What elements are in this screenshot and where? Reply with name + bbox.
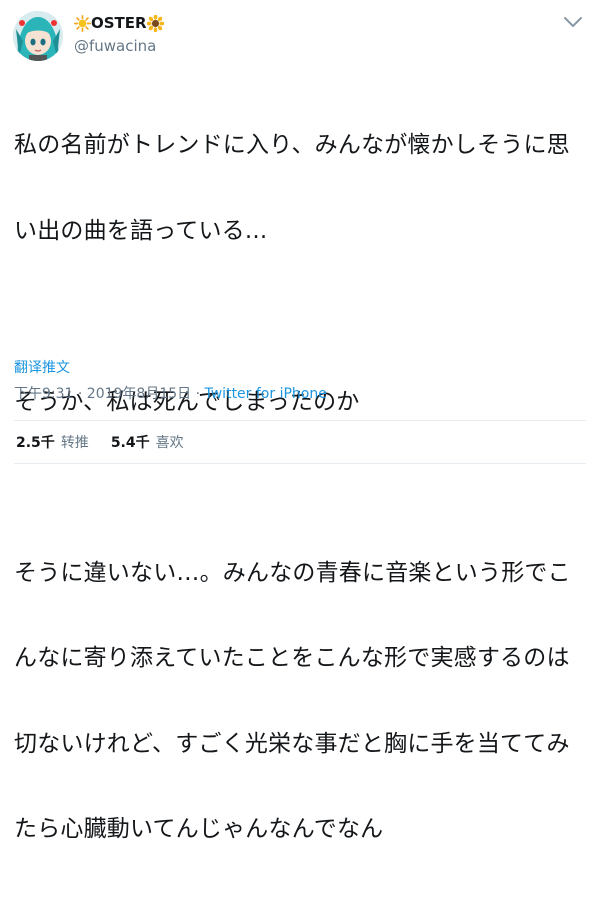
display-name-row[interactable]: OSTER — [74, 13, 164, 33]
tweet-source-link[interactable]: Twitter for iPhone — [205, 386, 327, 402]
tweet-text-line: 私の名前がトレンドに入り、みんなが懐かしそうに思 — [14, 132, 570, 158]
tweet-text-line: んなに寄り添えていたことをこんな形で実感するのは — [14, 645, 570, 671]
tweet-meta: 下午9:31 · 2019年8月15日 · Twitter for iPhone — [14, 384, 327, 404]
tweet-text-line: い出の曲を語っている... — [14, 217, 268, 244]
anime-avatar-icon — [13, 11, 63, 61]
tweet-stats: 2.5千 转推 5.4千 喜欢 — [16, 433, 206, 453]
divider — [14, 420, 586, 421]
retweet-count[interactable]: 2.5千 — [16, 433, 55, 453]
chevron-down-icon[interactable] — [562, 15, 584, 29]
sunflower-icon — [146, 14, 164, 32]
user-handle[interactable]: @fuwacina — [74, 36, 156, 56]
tweet-text: 私の名前がトレンドに入り、みんなが懐かしそうに思 い出の曲を語っている... ​… — [14, 74, 586, 901]
tweet-text-line: たら心臓動いてんじゃんなんでなん — [14, 816, 384, 842]
translate-tweet-link[interactable]: 翻译推文 — [14, 358, 70, 378]
tweet-text-line: そうに違いない…。みんなの青春に音楽という形でこ — [14, 559, 571, 586]
divider — [14, 463, 586, 464]
avatar[interactable] — [13, 11, 63, 61]
tweet-text-line: ​ — [14, 302, 586, 331]
display-name: OSTER — [91, 14, 147, 32]
tweet-timestamp[interactable]: 下午9:31 · 2019年8月15日 · — [14, 386, 205, 402]
like-count[interactable]: 5.4千 — [111, 433, 150, 453]
tweet-text-line: 切ないけれど、すごく光栄な事だと胸に手を当ててみ — [14, 730, 570, 757]
tweet-text-line: ​ — [14, 473, 586, 502]
retweet-label[interactable]: 转推 — [61, 433, 89, 453]
like-label[interactable]: 喜欢 — [156, 433, 184, 453]
tweet-card: OSTER @fuwacina 私の名前がトレンドに入り、みんなが懐かしそうに思… — [0, 0, 597, 842]
sun-icon — [74, 14, 91, 32]
